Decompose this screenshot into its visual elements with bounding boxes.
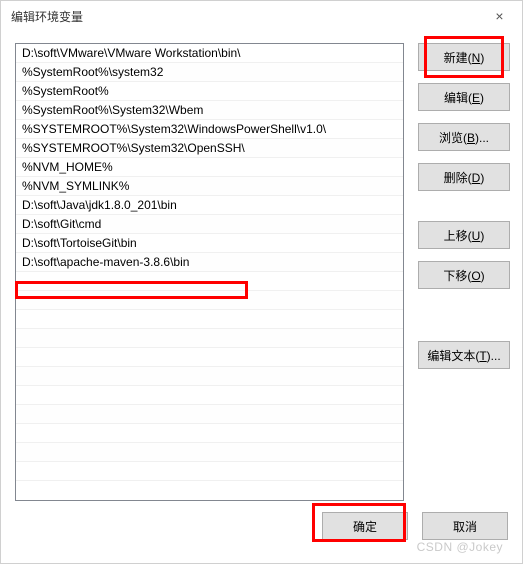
- path-row-empty[interactable]: [16, 386, 403, 405]
- titlebar: 编辑环境变量 ×: [1, 1, 522, 31]
- ok-button[interactable]: 确定: [322, 512, 408, 540]
- path-row[interactable]: %NVM_SYMLINK%: [16, 177, 403, 196]
- path-row[interactable]: %NVM_HOME%: [16, 158, 403, 177]
- dialog-window: 编辑环境变量 × D:\soft\VMware\VMware Workstati…: [0, 0, 523, 564]
- path-row-empty[interactable]: [16, 462, 403, 481]
- path-row-empty[interactable]: [16, 443, 403, 462]
- path-row-empty[interactable]: [16, 310, 403, 329]
- path-row-empty[interactable]: [16, 367, 403, 386]
- path-row-empty[interactable]: [16, 348, 403, 367]
- path-row-empty[interactable]: [16, 272, 403, 291]
- new-button[interactable]: 新建(N): [418, 43, 510, 71]
- path-row[interactable]: D:\soft\VMware\VMware Workstation\bin\: [16, 44, 403, 63]
- browse-button[interactable]: 浏览(B)...: [418, 123, 510, 151]
- move-up-button[interactable]: 上移(U): [418, 221, 510, 249]
- footer: 确定 取消: [1, 501, 522, 563]
- window-title: 编辑环境变量: [11, 8, 83, 25]
- path-list[interactable]: D:\soft\VMware\VMware Workstation\bin\%S…: [16, 44, 403, 500]
- path-row[interactable]: D:\soft\apache-maven-3.8.6\bin: [16, 253, 403, 272]
- edit-text-button[interactable]: 编辑文本(T)...: [418, 341, 510, 369]
- close-icon[interactable]: ×: [477, 1, 522, 31]
- path-row[interactable]: D:\soft\TortoiseGit\bin: [16, 234, 403, 253]
- path-row[interactable]: %SystemRoot%\System32\Wbem: [16, 101, 403, 120]
- path-row[interactable]: D:\soft\Java\jdk1.8.0_201\bin: [16, 196, 403, 215]
- path-row[interactable]: %SystemRoot%: [16, 82, 403, 101]
- path-row[interactable]: %SystemRoot%\system32: [16, 63, 403, 82]
- path-row[interactable]: D:\soft\Git\cmd: [16, 215, 403, 234]
- path-row[interactable]: %SYSTEMROOT%\System32\WindowsPowerShell\…: [16, 120, 403, 139]
- path-row-empty[interactable]: [16, 291, 403, 310]
- content-area: D:\soft\VMware\VMware Workstation\bin\%S…: [1, 31, 522, 501]
- path-row-empty[interactable]: [16, 405, 403, 424]
- cancel-button[interactable]: 取消: [422, 512, 508, 540]
- move-down-button[interactable]: 下移(O): [418, 261, 510, 289]
- side-button-column: 新建(N) 编辑(E) 浏览(B)... 删除(D) 上移(U) 下移(O) 编…: [418, 43, 510, 501]
- path-list-container: D:\soft\VMware\VMware Workstation\bin\%S…: [15, 43, 404, 501]
- path-row-empty[interactable]: [16, 329, 403, 348]
- path-row-empty[interactable]: [16, 424, 403, 443]
- delete-button[interactable]: 删除(D): [418, 163, 510, 191]
- path-row[interactable]: %SYSTEMROOT%\System32\OpenSSH\: [16, 139, 403, 158]
- edit-button[interactable]: 编辑(E): [418, 83, 510, 111]
